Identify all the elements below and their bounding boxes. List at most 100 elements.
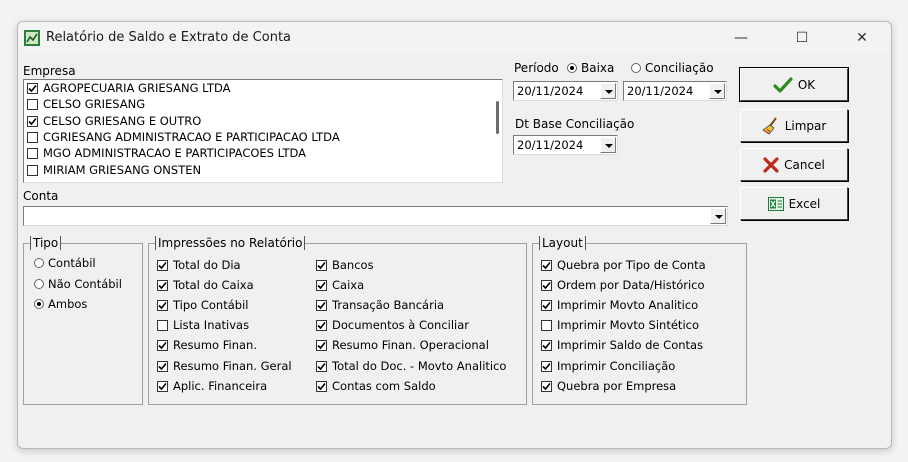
chevron-down-icon[interactable]	[709, 83, 725, 99]
checkbox-checked[interactable]	[157, 300, 168, 312]
checkbox-row[interactable]: Transação Bancária	[316, 298, 444, 312]
list-item[interactable]: AGROPECUARIA GRIESANG LTDA	[27, 81, 231, 96]
conta-combo[interactable]	[23, 206, 728, 226]
checkbox-label: Transação Bancária	[332, 298, 445, 313]
checkbox-unchecked[interactable]	[541, 320, 552, 332]
checkbox-row[interactable]: Tipo Contábil	[157, 298, 248, 312]
checkbox-checked[interactable]	[316, 300, 327, 312]
list-item[interactable]: CELSO GRIESANG	[27, 97, 145, 112]
tipo-radio[interactable]: Ambos	[34, 297, 87, 311]
checkbox-row[interactable]: Lista Inativas	[157, 318, 249, 332]
radio-baixa-indicator[interactable]	[567, 63, 577, 73]
layout-group-title: Layout	[539, 236, 586, 250]
checkbox-label: Quebra por Tipo de Conta	[557, 258, 706, 272]
checkbox-row[interactable]: Resumo Finan. Operacional	[316, 338, 489, 352]
chevron-down-icon[interactable]	[600, 83, 616, 99]
periodo-start-date[interactable]: 20/11/2024	[513, 81, 618, 101]
tipo-radio[interactable]: Contábil	[34, 256, 96, 270]
checkbox-unchecked[interactable]	[27, 164, 38, 176]
report-window: Relatório de Saldo e Extrato de Conta — …	[17, 21, 892, 449]
checkbox-checked[interactable]	[157, 340, 168, 352]
checkbox-checked[interactable]	[157, 380, 168, 392]
list-item-label: AGROPECUARIA GRIESANG LTDA	[43, 81, 231, 95]
cancel-button[interactable]: Cancel	[740, 148, 848, 181]
checkbox-row[interactable]: Total do Caixa	[157, 278, 254, 292]
list-item[interactable]: CGRIESANG ADMINISTRACAO E PARTICIPACAO L…	[27, 130, 340, 145]
excel-button[interactable]: Excel	[740, 187, 848, 220]
limpar-button[interactable]: Limpar	[740, 109, 848, 142]
checkbox-checked[interactable]	[541, 360, 552, 372]
checkbox-row[interactable]: Caixa	[316, 278, 364, 292]
scrollbar-thumb[interactable]	[496, 101, 499, 134]
checkbox-checked[interactable]	[316, 320, 327, 332]
checkbox-checked[interactable]	[27, 83, 38, 94]
checkbox-row[interactable]: Resumo Finan.	[157, 338, 257, 352]
broom-icon	[761, 116, 777, 135]
checkbox-row[interactable]: Aplic. Financeira	[157, 379, 267, 393]
tipo-radio[interactable]: Não Contábil	[34, 277, 122, 291]
checkbox-row[interactable]: Total do Doc. - Movto Analitico	[316, 359, 506, 373]
checkbox-row[interactable]: Bancos	[316, 258, 374, 272]
radio-conciliacao-indicator[interactable]	[631, 63, 641, 73]
checkbox-checked[interactable]	[316, 280, 327, 292]
empresa-listbox[interactable]: AGROPECUARIA GRIESANG LTDA CELSO GRIESANG…	[23, 79, 503, 183]
chevron-down-icon[interactable]	[710, 208, 726, 224]
checkbox-label: Imprimir Movto Sintético	[557, 318, 699, 333]
checkbox-label: Imprimir Saldo de Contas	[557, 338, 704, 353]
checkbox-unchecked[interactable]	[27, 99, 38, 111]
radio-baixa[interactable]: Baixa	[567, 61, 614, 75]
maximize-button[interactable]: ☐	[782, 26, 822, 50]
checkbox-checked[interactable]	[541, 340, 552, 352]
checkbox-row[interactable]: Documentos à Conciliar	[316, 318, 469, 332]
checkbox-checked[interactable]	[157, 280, 168, 292]
radio-label: Ambos	[48, 297, 88, 311]
checkbox-unchecked[interactable]	[27, 148, 38, 160]
excel-icon	[767, 196, 784, 211]
minimize-button[interactable]: —	[721, 26, 761, 50]
list-item[interactable]: CELSO GRIESANG E OUTRO	[27, 114, 201, 129]
radio-selected[interactable]	[34, 299, 44, 309]
title-bar[interactable]: Relatório de Saldo e Extrato de Conta — …	[18, 22, 891, 54]
checkbox-checked[interactable]	[316, 340, 327, 352]
ok-button[interactable]: OK	[739, 67, 849, 102]
checkbox-row[interactable]: Imprimir Saldo de Contas	[541, 338, 703, 352]
checkbox-row[interactable]: Imprimir Movto Analitico	[541, 298, 698, 312]
checkbox-checked[interactable]	[541, 260, 552, 271]
checkbox-checked[interactable]	[541, 300, 552, 312]
checkbox-row[interactable]: Ordem por Data/Histórico	[541, 278, 705, 292]
checkbox-row[interactable]: Contas com Saldo	[316, 379, 436, 393]
checkbox-row[interactable]: Imprimir Conciliação	[541, 359, 675, 373]
list-item[interactable]: MGO ADMINISTRACAO E PARTICIPACOES LTDA	[27, 146, 306, 161]
checkbox-checked[interactable]	[541, 280, 552, 292]
window-title: Relatório de Saldo e Extrato de Conta	[46, 30, 292, 45]
checkbox-checked[interactable]	[316, 260, 327, 271]
list-item[interactable]: MIRIAM GRIESANG ONSTEN	[27, 163, 201, 178]
radio-conciliacao[interactable]: Conciliação	[631, 61, 714, 75]
checkbox-checked[interactable]	[27, 115, 38, 127]
radio-unselected[interactable]	[34, 258, 44, 268]
checkbox-label: Lista Inativas	[173, 318, 250, 333]
checkbox-label: Imprimir Conciliação	[557, 358, 676, 373]
checkbox-unchecked[interactable]	[27, 131, 38, 143]
ok-label: OK	[797, 77, 816, 92]
dt-base-date[interactable]: 20/11/2024	[513, 135, 618, 155]
checkbox-row[interactable]: Imprimir Movto Sintético	[541, 318, 699, 332]
radio-label: Não Contábil	[48, 276, 122, 291]
checkbox-checked[interactable]	[316, 360, 327, 372]
checkbox-row[interactable]: Resumo Finan. Geral	[157, 359, 292, 373]
close-icon: ✕	[856, 30, 868, 46]
checkbox-row[interactable]: Quebra por Tipo de Conta	[541, 258, 706, 272]
periodo-end-date[interactable]: 20/11/2024	[623, 81, 727, 101]
checkbox-checked[interactable]	[157, 360, 168, 372]
empresa-scrollbar[interactable]	[492, 80, 501, 182]
chevron-down-icon[interactable]	[600, 137, 616, 153]
close-button[interactable]: ✕	[842, 26, 882, 50]
radio-unselected[interactable]	[34, 278, 44, 289]
checkbox-checked[interactable]	[541, 380, 552, 392]
maximize-icon: ☐	[795, 30, 809, 46]
checkbox-unchecked[interactable]	[157, 320, 168, 332]
checkbox-checked[interactable]	[157, 260, 168, 271]
checkbox-checked[interactable]	[316, 380, 327, 392]
checkbox-row[interactable]: Total do Dia	[157, 258, 241, 272]
checkbox-row[interactable]: Quebra por Empresa	[541, 379, 676, 393]
